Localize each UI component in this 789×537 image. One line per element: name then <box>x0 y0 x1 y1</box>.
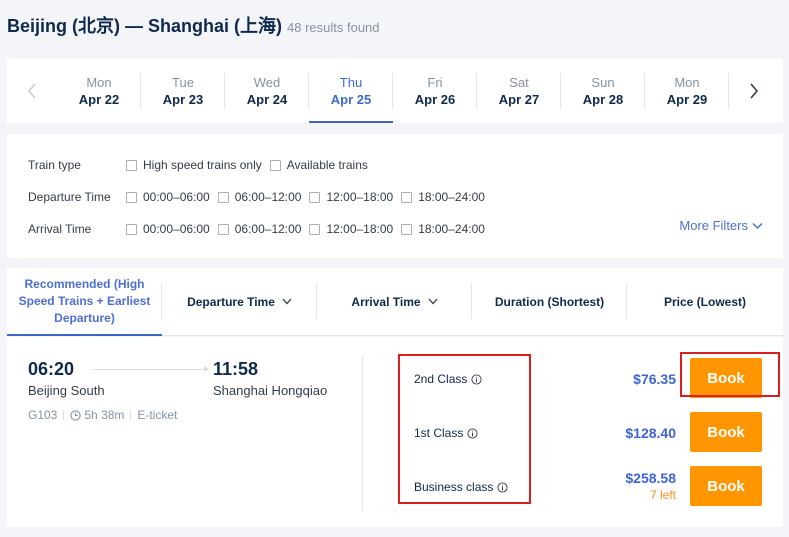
departure-time-filter: Departure Time 00:00–06:00 06:00–12:00 1… <box>28 190 493 204</box>
date-tab[interactable]: Mon Apr 29 <box>645 59 729 123</box>
chevron-down-icon <box>282 298 292 305</box>
info-icon[interactable] <box>467 427 478 439</box>
date-label: Apr 28 <box>582 92 624 107</box>
book-button[interactable]: Book <box>690 412 762 452</box>
seat-price: $76.35 <box>633 371 676 387</box>
sort-tabs: Recommended (High Speed Trains + Earlies… <box>7 268 783 336</box>
next-dates-button[interactable] <box>729 59 779 123</box>
available-trains-checkbox[interactable]: Available trains <box>269 158 368 172</box>
sort-tab-price[interactable]: Price (Lowest) <box>627 268 783 335</box>
train-result-card: 06:20 11:58 Beijing South Shanghai Hongq… <box>7 337 783 527</box>
date-weekday: Sat <box>509 75 529 90</box>
filter-label: Departure Time <box>28 190 111 204</box>
date-label: Apr 26 <box>414 92 456 107</box>
filter-label: Arrival Time <box>28 222 92 236</box>
train-type-filter: Train type High speed trains only Availa… <box>28 158 376 172</box>
book-button[interactable]: Book <box>690 466 762 506</box>
seat-class-label: Business class <box>414 480 508 494</box>
filter-panel: Train type High speed trains only Availa… <box>7 134 783 258</box>
sort-tab-recommended[interactable]: Recommended (High Speed Trains + Earlies… <box>7 268 162 336</box>
arrival-range-checkbox[interactable]: 06:00–12:00 <box>217 222 301 236</box>
prev-dates-button[interactable] <box>7 59 57 123</box>
seat-option-1st-class: 1st Class $128.40 Book <box>7 411 783 453</box>
arrival-range-checkbox[interactable]: 12:00–18:00 <box>309 222 393 236</box>
date-tab[interactable]: Sun Apr 28 <box>561 59 645 123</box>
active-underline <box>309 121 393 123</box>
results-count: 48 results found <box>287 20 380 35</box>
date-tab[interactable]: Mon Apr 22 <box>57 59 141 123</box>
chevron-right-icon <box>750 83 759 99</box>
seat-class-label: 1st Class <box>414 426 478 440</box>
page-title: Beijing (北京) — Shanghai (上海) <box>7 16 282 36</box>
arrival-range-checkbox[interactable]: 00:00–06:00 <box>126 222 210 236</box>
seat-option-business-class: Business class $258.58 7 left Book <box>7 465 783 507</box>
info-icon[interactable] <box>497 481 508 493</box>
date-tab[interactable]: Wed Apr 24 <box>225 59 309 123</box>
date-label: Apr 25 <box>330 92 372 107</box>
departure-range-checkbox[interactable]: 18:00–24:00 <box>401 190 485 204</box>
date-tab[interactable]: Fri Apr 26 <box>393 59 477 123</box>
date-weekday: Sun <box>591 75 615 90</box>
date-tab[interactable]: Sat Apr 27 <box>477 59 561 123</box>
date-weekday: Thu <box>339 75 363 90</box>
sort-tab-duration[interactable]: Duration (Shortest) <box>472 268 627 335</box>
date-label: Apr 22 <box>78 92 120 107</box>
date-label: Apr 29 <box>666 92 708 107</box>
date-label: Apr 27 <box>498 92 540 107</box>
more-filters-button[interactable]: More Filters <box>679 218 763 233</box>
date-tab-selected[interactable]: Thu Apr 25 <box>309 59 393 123</box>
date-weekday: Tue <box>172 75 194 90</box>
date-weekday: Wed <box>253 75 281 90</box>
date-weekday: Mon <box>86 75 112 90</box>
departure-range-checkbox[interactable]: 06:00–12:00 <box>217 190 301 204</box>
chevron-left-icon <box>27 83 36 99</box>
date-weekday: Mon <box>674 75 700 90</box>
seat-price: $258.58 <box>625 470 676 486</box>
active-underline <box>7 334 162 336</box>
date-tab[interactable]: Tue Apr 23 <box>141 59 225 123</box>
book-button[interactable]: Book <box>690 358 762 398</box>
route-header: Beijing (北京) — Shanghai (上海) 48 results … <box>7 12 380 38</box>
departure-range-checkbox[interactable]: 12:00–18:00 <box>309 190 393 204</box>
info-icon[interactable] <box>471 373 482 385</box>
filter-label: Train type <box>28 158 81 172</box>
sort-tab-departure-time[interactable]: Departure Time <box>162 268 317 335</box>
date-label: Apr 23 <box>162 92 204 107</box>
date-weekday: Fri <box>427 75 443 90</box>
chevron-down-icon <box>428 298 438 305</box>
high-speed-checkbox[interactable]: High speed trains only <box>126 158 262 172</box>
arrival-range-checkbox[interactable]: 18:00–24:00 <box>401 222 485 236</box>
date-selector: Mon Apr 22 Tue Apr 23 Wed Apr 24 Thu Apr 25 … <box>7 59 783 123</box>
sort-tab-arrival-time[interactable]: Arrival Time <box>317 268 472 335</box>
seat-price: $128.40 <box>625 425 676 441</box>
seats-left: 7 left <box>649 488 676 502</box>
seat-class-label: 2nd Class <box>414 372 482 386</box>
arrival-time-filter: Arrival Time 00:00–06:00 06:00–12:00 12:… <box>28 222 493 236</box>
seat-option-2nd-class: 2nd Class $76.35 Book <box>7 357 783 399</box>
departure-range-checkbox[interactable]: 00:00–06:00 <box>126 190 210 204</box>
chevron-down-icon <box>752 222 763 229</box>
date-label: Apr 24 <box>246 92 288 107</box>
